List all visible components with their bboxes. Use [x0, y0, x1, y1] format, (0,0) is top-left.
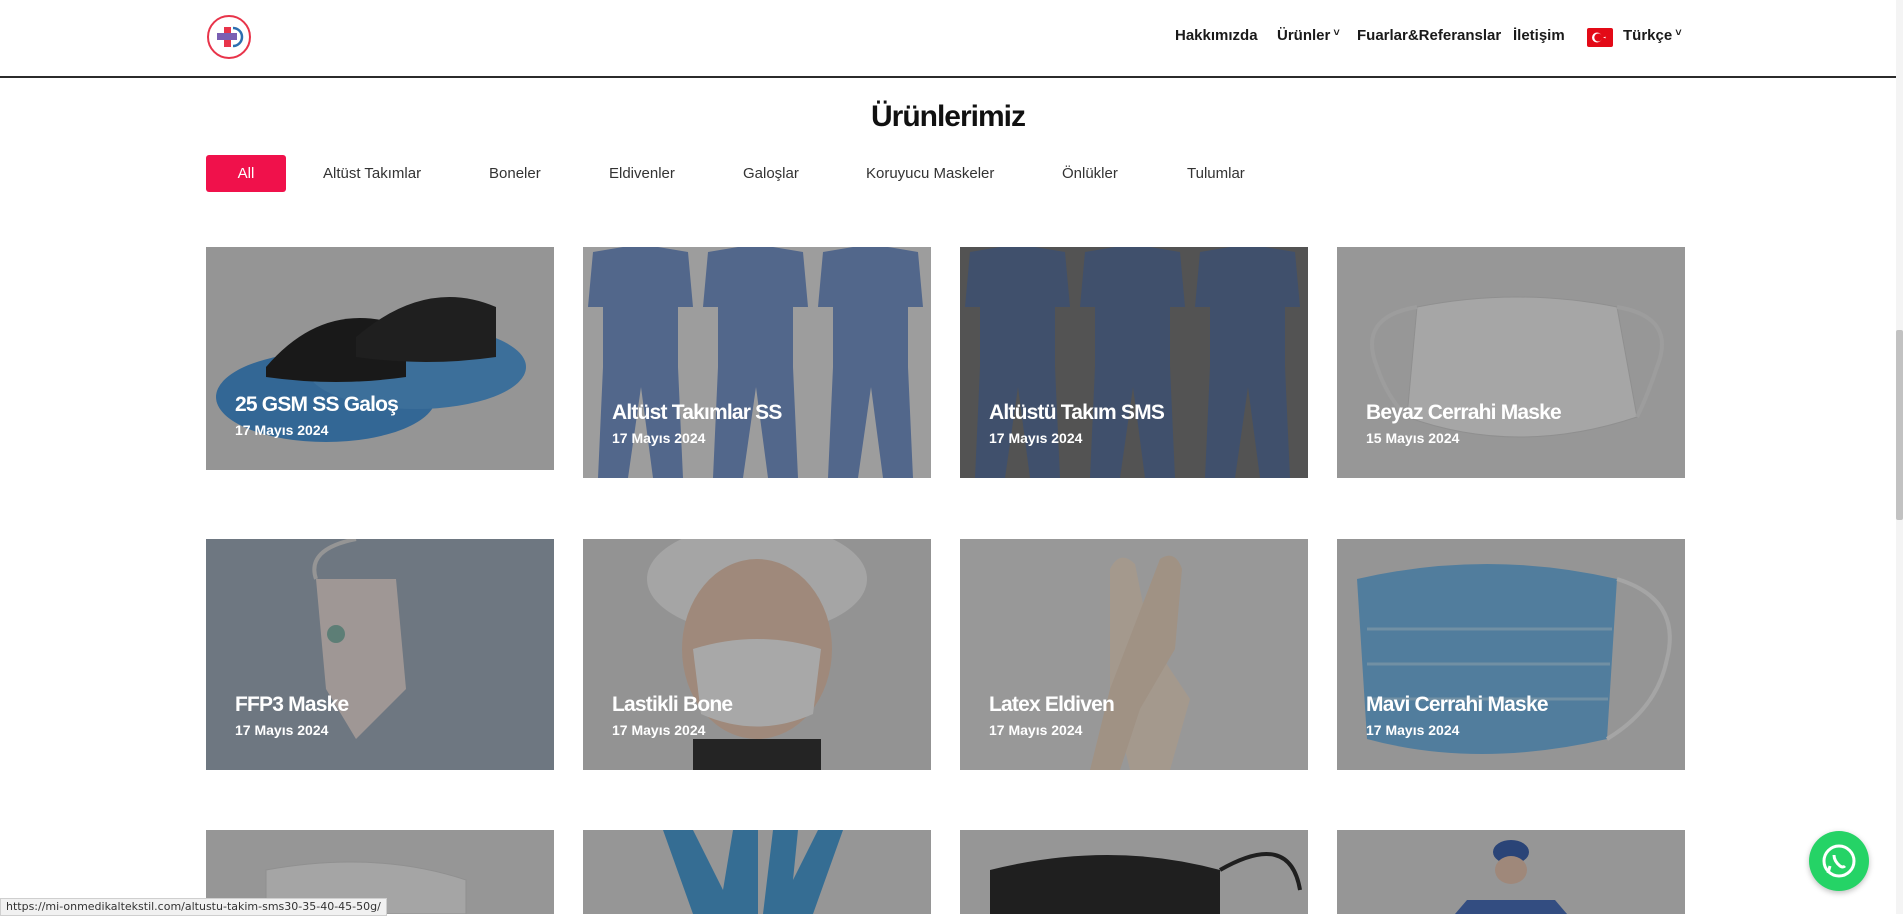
product-date: 17 Mayıs 2024	[235, 722, 329, 738]
nav-about[interactable]: Hakkımızda	[1175, 27, 1258, 44]
product-card[interactable]	[583, 830, 931, 914]
filter-altust-takimlar[interactable]: Altüst Takımlar	[323, 155, 421, 192]
card-overlay	[1337, 830, 1685, 914]
filter-all[interactable]: All	[206, 155, 286, 192]
page-scrollbar[interactable]	[1896, 0, 1903, 914]
product-title: FFP3 Maske	[235, 693, 349, 716]
filter-eldivenler[interactable]: Eldivenler	[609, 155, 675, 192]
nav-fairs[interactable]: Fuarlar&Referanslar	[1357, 27, 1501, 44]
product-title: Latex Eldiven	[989, 693, 1115, 716]
product-card[interactable]: Mavi Cerrahi Maske 17 Mayıs 2024	[1337, 539, 1685, 770]
filter-galoslar[interactable]: Galoşlar	[743, 155, 799, 192]
language-selector[interactable]: Türkçe ˅	[1623, 27, 1682, 44]
product-card[interactable]: Beyaz Cerrahi Maske 15 Mayıs 2024	[1337, 247, 1685, 478]
product-date: 17 Mayıs 2024	[989, 722, 1083, 738]
product-title: Altüstü Takım SMS	[989, 401, 1165, 424]
product-date: 17 Mayıs 2024	[235, 422, 329, 438]
product-date: 17 Mayıs 2024	[1366, 722, 1460, 738]
product-card[interactable]: Latex Eldiven 17 Mayıs 2024	[960, 539, 1308, 770]
logo[interactable]	[207, 15, 251, 59]
product-title: Altüst Takımlar SS	[612, 401, 782, 424]
filter-onlukler[interactable]: Önlükler	[1062, 155, 1118, 192]
site-header: Hakkımızda Ürünler ˅ Fuarlar&Referanslar …	[0, 0, 1896, 78]
card-overlay	[583, 830, 931, 914]
product-title: Beyaz Cerrahi Maske	[1366, 401, 1562, 424]
product-card[interactable]: 25 GSM SS Galoş 17 Mayıs 2024	[206, 247, 554, 470]
product-title: Mavi Cerrahi Maske	[1366, 693, 1549, 716]
product-card[interactable]	[960, 830, 1308, 914]
nav-products-label: Ürünler	[1277, 27, 1331, 44]
product-card[interactable]: Altüst Takımlar SS 17 Mayıs 2024	[583, 247, 931, 478]
product-card[interactable]: Lastikli Bone 17 Mayıs 2024	[583, 539, 931, 770]
scrollbar-thumb[interactable]	[1896, 330, 1903, 520]
product-card[interactable]: Altüstü Takım SMS 17 Mayıs 2024	[960, 247, 1308, 478]
product-card[interactable]	[1337, 830, 1685, 914]
product-title: 25 GSM SS Galoş	[235, 393, 399, 416]
filter-boneler[interactable]: Boneler	[489, 155, 541, 192]
nav-contact[interactable]: İletişim	[1513, 27, 1565, 44]
status-bar-url: https://mi-onmedikaltekstil.com/altustu-…	[0, 898, 387, 916]
product-date: 17 Mayıs 2024	[989, 430, 1083, 446]
filter-tulumlar[interactable]: Tulumlar	[1187, 155, 1245, 192]
page-title: Ürünlerimiz	[870, 100, 1026, 133]
whatsapp-icon	[1822, 844, 1856, 878]
product-date: 15 Mayıs 2024	[1366, 430, 1460, 446]
language-label: Türkçe	[1623, 27, 1673, 44]
whatsapp-button[interactable]	[1809, 831, 1869, 891]
product-card[interactable]: FFP3 Maske 17 Mayıs 2024	[206, 539, 554, 770]
chevron-down-icon: ˅	[1675, 27, 1682, 39]
product-title: Lastikli Bone	[612, 693, 733, 716]
filter-koruyucu-maskeler[interactable]: Koruyucu Maskeler	[866, 155, 994, 192]
logo-icon	[215, 23, 244, 51]
card-overlay	[960, 830, 1308, 914]
turkey-flag-icon	[1587, 28, 1613, 47]
nav-products[interactable]: Ürünler ˅	[1277, 27, 1340, 44]
product-date: 17 Mayıs 2024	[612, 722, 706, 738]
product-date: 17 Mayıs 2024	[612, 430, 706, 446]
chevron-down-icon: ˅	[1333, 27, 1340, 39]
